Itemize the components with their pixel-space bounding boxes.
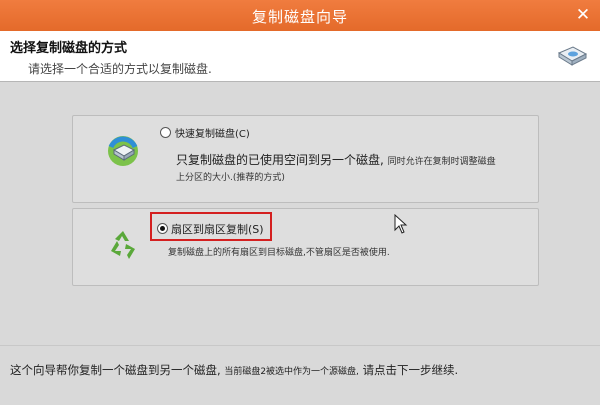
selection-highlight-box: [150, 212, 272, 241]
title-bar[interactable]: 复制磁盘向导 ✕: [0, 0, 600, 31]
quick-copy-label[interactable]: 快速复制磁盘(C): [175, 125, 250, 140]
wizard-footer-text: 这个向导帮你复制一个磁盘到另一个磁盘, 当前磁盘2被选中作为一个源磁盘, 请点击…: [10, 362, 458, 378]
quick-copy-description-line2: 上分区的大小.(推荐的方式): [176, 173, 285, 183]
option-sector-copy-panel[interactable]: 扇区到扇区复制(S) 复制磁盘上的所有扇区到目标磁盘,不管扇区是否被使用.: [72, 208, 539, 286]
wizard-header: 选择复制磁盘的方式 请选择一个合适的方式以复制磁盘.: [0, 31, 600, 82]
quick-copy-radio[interactable]: [160, 127, 171, 138]
quick-copy-disk-icon: [108, 136, 138, 166]
window-title: 复制磁盘向导: [251, 8, 348, 26]
page-title: 选择复制磁盘的方式: [10, 41, 128, 56]
sector-copy-description: 复制磁盘上的所有扇区到目标磁盘,不管扇区是否被使用.: [168, 248, 390, 258]
disk-copy-icon: [557, 46, 588, 66]
footer-divider: [0, 345, 600, 346]
footer-text-small: 当前磁盘2被选中作为一个源磁盘,: [224, 367, 359, 377]
quick-copy-desc-small: 同时允许在复制时调整磁盘: [387, 157, 496, 167]
mouse-cursor-icon: [394, 214, 408, 234]
recycle-icon: [111, 231, 135, 259]
footer-text-end: 请点击下一步继续.: [362, 363, 459, 377]
close-button[interactable]: ✕: [572, 5, 594, 25]
quick-copy-desc-main: 只复制磁盘的已使用空间到另一个磁盘,: [176, 153, 384, 167]
page-subtitle: 请选择一个合适的方式以复制磁盘.: [28, 62, 212, 76]
option-quick-copy-panel[interactable]: 快速复制磁盘(C) 只复制磁盘的已使用空间到另一个磁盘, 同时允许在复制时调整磁…: [72, 115, 539, 203]
copy-disk-wizard-window: 复制磁盘向导 ✕ 选择复制磁盘的方式 请选择一个合适的方式以复制磁盘. 快速复制…: [0, 0, 600, 405]
footer-text-main: 这个向导帮你复制一个磁盘到另一个磁盘,: [10, 363, 221, 377]
quick-copy-description: 只复制磁盘的已使用空间到另一个磁盘, 同时允许在复制时调整磁盘: [176, 151, 496, 168]
